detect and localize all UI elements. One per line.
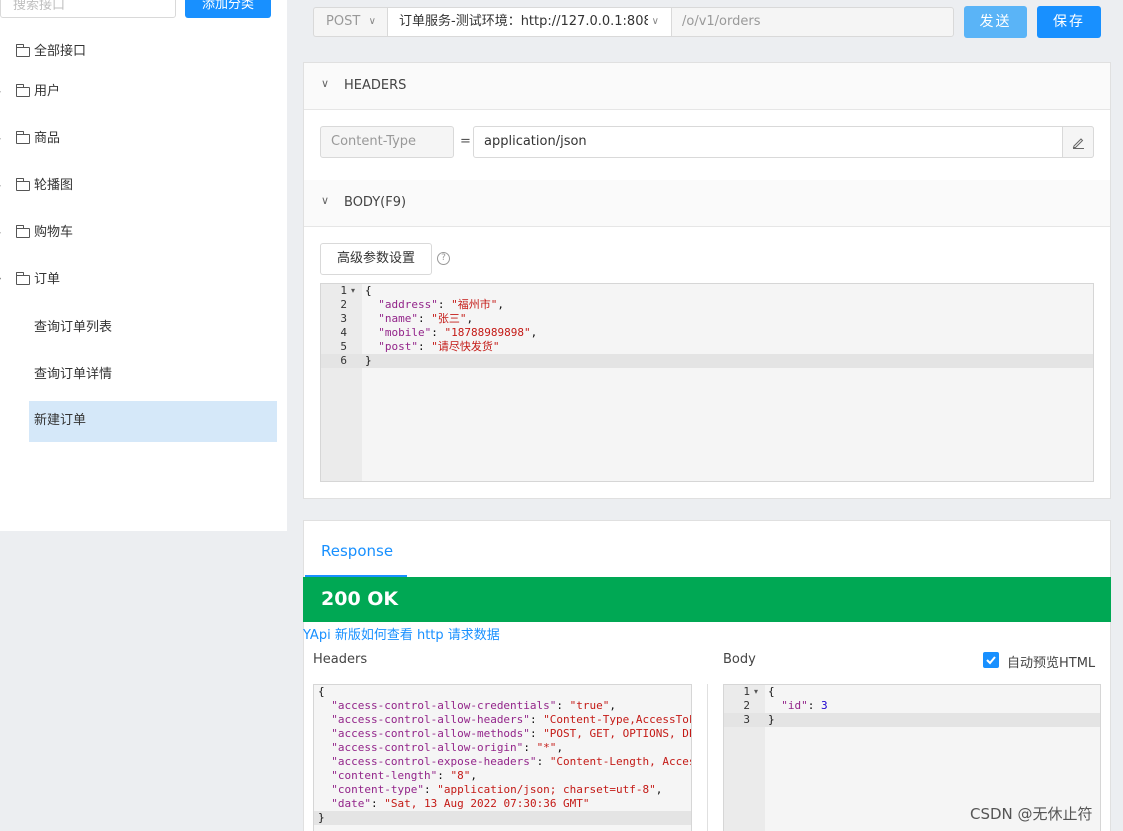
check-icon xyxy=(986,656,996,665)
line-number: 3 xyxy=(743,713,750,726)
status-banner: 200 OK xyxy=(303,577,1111,622)
caret-right-icon[interactable]: ▸ xyxy=(0,172,1,200)
tab-response[interactable]: Response xyxy=(321,542,393,560)
send-button[interactable]: 发送 xyxy=(964,6,1027,38)
response-headers-text: { "access-control-allow-credentials": "t… xyxy=(318,685,692,824)
folder-icon xyxy=(16,225,30,238)
method-select[interactable]: POST ∨ xyxy=(313,7,388,37)
folder-open-icon xyxy=(16,272,30,285)
caret-down-icon[interactable]: ▾ xyxy=(0,266,1,294)
response-body-text: { "id": 3 } xyxy=(768,685,828,726)
folder-icon xyxy=(16,44,30,57)
body-code-editor[interactable]: 1 ▾ 2 3 4 5 6 { "address": "福州市", "name"… xyxy=(320,283,1094,482)
chevron-down-icon: ∨ xyxy=(321,194,330,207)
chevron-down-icon: ∨ xyxy=(321,77,330,90)
body-code-text: { "address": "福州市", "name": "张三", "mobil… xyxy=(365,284,538,367)
sidebar-leaf-new-order[interactable]: 新建订单 xyxy=(29,401,277,442)
response-headers-viewer[interactable]: { "access-control-allow-credentials": "t… xyxy=(313,684,692,831)
chevron-down-icon: ∨ xyxy=(647,8,659,36)
caret-right-icon[interactable]: ▸ xyxy=(0,219,1,247)
folder-icon xyxy=(16,84,30,97)
sidebar: 搜索接口 添加分类 全部接口 ▸ 用户 ▸ 商品 ▸ 轮播图 ▸ 购物车 ▾ 订… xyxy=(0,0,287,531)
chevron-down-icon: ∨ xyxy=(368,16,376,27)
line-number: 5 xyxy=(340,340,347,353)
environment-select[interactable]: 订单服务-测试环境：http://127.0.0.1:8083 ∨ xyxy=(387,7,672,37)
path-input[interactable]: /o/v1/orders xyxy=(671,7,954,37)
folder-icon xyxy=(16,131,30,144)
body-section-header[interactable]: ∨ BODY(F9) xyxy=(304,180,1110,227)
caret-right-icon[interactable]: ▸ xyxy=(0,78,1,106)
watermark: CSDN @无休止符 xyxy=(970,805,1093,823)
line-number: 2 xyxy=(340,298,347,311)
save-button[interactable]: 保存 xyxy=(1037,6,1101,38)
help-link[interactable]: YApi 新版如何查看 http 请求数据 xyxy=(303,624,500,643)
response-body-label: Body xyxy=(723,652,756,667)
header-key-input[interactable]: Content-Type xyxy=(320,126,454,158)
sidebar-leaf-order-list[interactable]: 查询订单列表 xyxy=(34,316,112,335)
edit-header-button[interactable] xyxy=(1062,126,1094,158)
fold-icon[interactable]: ▾ xyxy=(754,685,758,699)
help-icon[interactable]: ? xyxy=(437,252,450,265)
header-value-input[interactable]: application/json xyxy=(473,126,1094,158)
pencil-icon xyxy=(1072,138,1084,149)
sidebar-leaf-order-detail[interactable]: 查询订单详情 xyxy=(34,363,112,382)
line-number: 3 xyxy=(340,312,347,325)
line-number: 1 xyxy=(340,284,347,297)
request-panel: ∨ HEADERS Content-Type = application/jso… xyxy=(303,62,1111,499)
auto-preview-checkbox[interactable] xyxy=(983,652,999,668)
line-number: 6 xyxy=(340,354,347,367)
advanced-params-button[interactable]: 高级参数设置 xyxy=(320,243,432,275)
response-headers-label: Headers xyxy=(313,652,368,667)
fold-icon[interactable]: ▾ xyxy=(351,284,355,298)
add-category-button[interactable]: 添加分类 xyxy=(185,0,271,18)
search-input[interactable]: 搜索接口 xyxy=(0,0,176,18)
line-number: 4 xyxy=(340,326,347,339)
folder-icon xyxy=(16,178,30,191)
header-equals: = xyxy=(460,134,471,149)
line-number: 1 xyxy=(743,685,750,698)
line-number: 2 xyxy=(743,699,750,712)
response-divider xyxy=(707,684,708,831)
caret-right-icon[interactable]: ▸ xyxy=(0,125,1,153)
auto-preview-label: 自动预览HTML xyxy=(1007,656,1096,671)
headers-section-header[interactable]: ∨ HEADERS xyxy=(304,63,1110,110)
